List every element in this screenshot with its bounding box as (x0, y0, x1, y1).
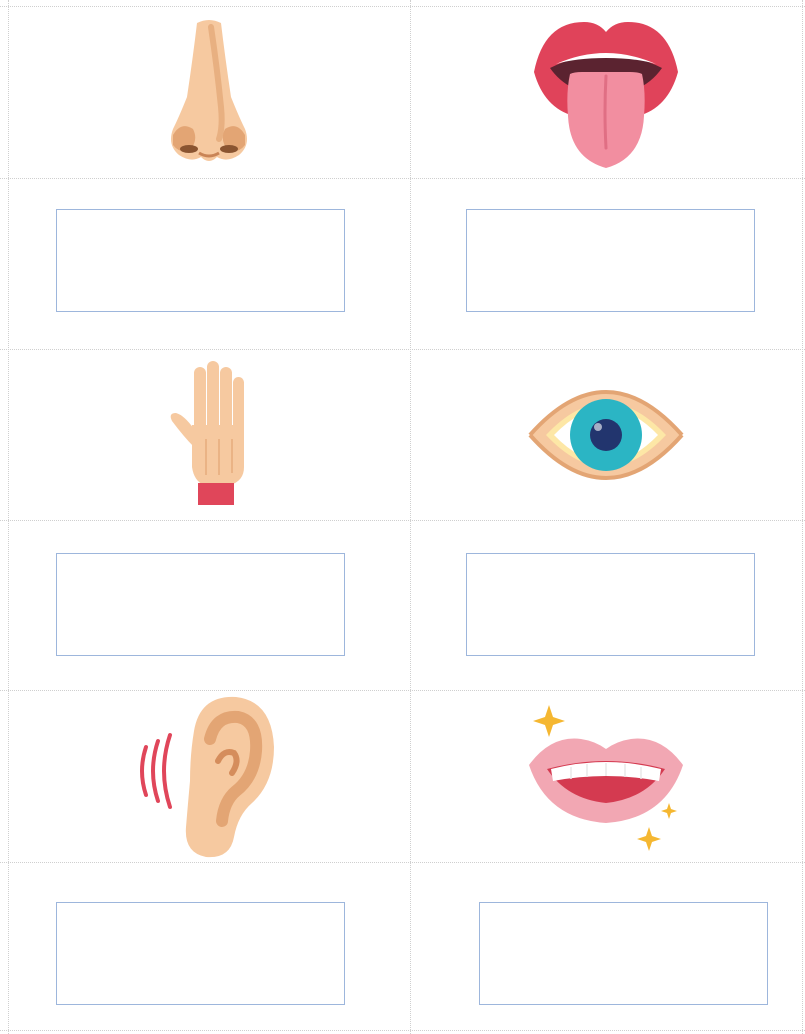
grid-line (0, 178, 805, 179)
picture-cell-hand (10, 351, 408, 518)
answer-box-hand[interactable] (56, 553, 345, 656)
grid-line (0, 520, 805, 521)
grid-line (0, 6, 805, 7)
picture-cell-eye (412, 351, 800, 518)
grid-line (802, 0, 803, 1034)
answer-box-nose[interactable] (56, 209, 345, 312)
picture-cell-tongue (412, 8, 800, 176)
picture-cell-smiling-mouth (412, 692, 800, 860)
sparkle-icon (533, 705, 565, 737)
smiling-mouth-icon (529, 705, 683, 851)
grid-line (0, 862, 805, 863)
picture-cell-nose (10, 8, 408, 176)
grid-line (0, 349, 805, 350)
answer-box-smiling-mouth[interactable] (479, 902, 768, 1005)
answer-box-ear[interactable] (56, 902, 345, 1005)
sparkle-icon (637, 827, 661, 851)
answer-box-eye[interactable] (466, 553, 755, 656)
eye-icon (528, 389, 684, 480)
grid-line (8, 0, 9, 1034)
hand-icon (170, 360, 244, 505)
answer-box-tongue[interactable] (466, 209, 755, 312)
grid-line (410, 0, 411, 1034)
nose-icon (171, 20, 247, 161)
grid-line (0, 1030, 805, 1031)
worksheet (0, 0, 805, 1034)
sparkle-icon (661, 803, 677, 819)
picture-cell-ear (10, 692, 408, 860)
ear-icon (140, 696, 274, 858)
tongue-icon (534, 22, 678, 168)
